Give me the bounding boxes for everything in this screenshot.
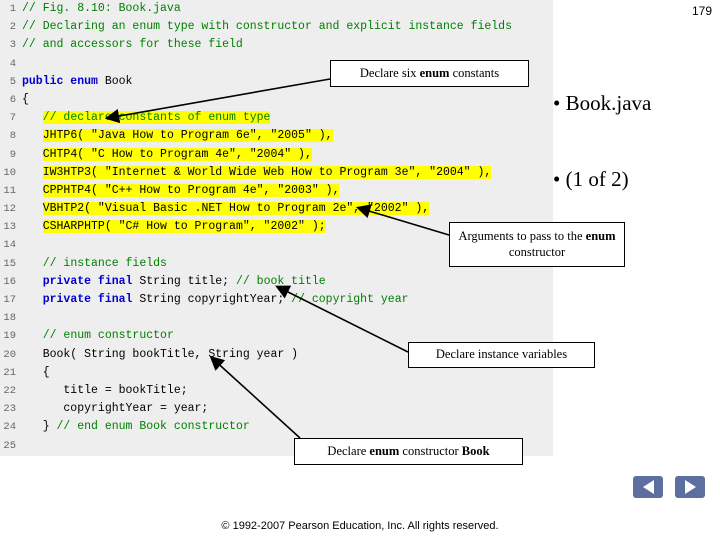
bullet-book-java: • Book.java (553, 91, 652, 115)
code-line: 11 CPPHTP4( "C++ How to Program 4e", "20… (0, 182, 553, 200)
code-line: 10 IW3HTP3( "Internet & World Wide Web H… (0, 164, 553, 182)
callout-declare-enum-constants: Declare six enum constants (330, 60, 529, 87)
code-line: 9 CHTP4( "C How to Program 4e", "2004" )… (0, 146, 553, 164)
line-number: 22 (3, 384, 16, 397)
line-number: 23 (3, 403, 16, 416)
callout-text: Arguments to pass to the enum constructo… (458, 228, 616, 259)
code-token: // declare constants of enum type (42, 111, 271, 125)
line-number: 20 (3, 348, 16, 361)
line-number: 12 (3, 203, 16, 216)
code-token: // end enum Book constructor (56, 420, 250, 434)
code-line: 12 VBHTP2( "Visual Basic .NET How to Pro… (0, 200, 553, 218)
code-token: // enum constructor (42, 329, 174, 343)
code-token: { (22, 365, 50, 379)
callout-text: Declare six enum constants (359, 65, 500, 80)
code-token: private final (42, 293, 133, 306)
code-token: { (22, 92, 29, 106)
line-number: 24 (3, 421, 16, 434)
line-number: 13 (3, 221, 16, 234)
code-token: JHTP6( "Java How to Program 6e", "2005" … (42, 129, 333, 143)
code-token: } (22, 420, 57, 434)
line-number: 11 (3, 184, 16, 197)
code-token: String copyrightYear; (132, 293, 292, 306)
code-token: Book( String bookTitle, String year ) (22, 347, 299, 361)
code-line: 22 title = bookTitle; (0, 382, 553, 400)
line-number: 25 (3, 439, 16, 452)
code-line: 23 copyrightYear = year; (0, 400, 553, 418)
code-line: 3 // and accessors for these field (0, 36, 553, 54)
next-slide-button[interactable] (675, 476, 705, 498)
slide-navigation (633, 476, 705, 498)
triangle-right-icon (684, 480, 696, 494)
copyright-footer: © 1992-2007 Pearson Education, Inc. All … (221, 520, 499, 532)
callout-text: Declare instance variables (435, 347, 568, 362)
triangle-left-icon (642, 480, 654, 494)
page-number: 179 (691, 4, 712, 18)
line-number: 5 (9, 75, 16, 88)
line-number: 3 (9, 39, 16, 52)
line-number: 9 (9, 148, 16, 161)
code-line: 18 (0, 309, 553, 327)
code-token: // and accessors for these field (22, 38, 243, 52)
line-number: 2 (9, 21, 16, 34)
bullet-part-number: • (1 of 2) (553, 167, 629, 191)
line-number: 16 (3, 275, 16, 288)
code-token: // Fig. 8.10: Book.java (22, 2, 181, 15)
line-number: 18 (3, 312, 16, 325)
line-number: 14 (3, 239, 16, 252)
line-number: 8 (9, 130, 16, 143)
line-number: 4 (9, 57, 16, 70)
code-line: 1 // Fig. 8.10: Book.java (0, 0, 553, 18)
code-line: 7 // declare constants of enum type (0, 109, 553, 127)
line-number: 1 (9, 3, 16, 15)
line-number: 7 (9, 112, 16, 125)
callout-declare-enum-constructor: Declare enum constructor Book (294, 438, 523, 465)
code-line: 2 // Declaring an enum type with construc… (0, 18, 553, 36)
line-number: 15 (3, 257, 16, 270)
line-number: 19 (3, 330, 16, 343)
code-token: public enum (22, 74, 98, 88)
code-line: 16 private final String title; // book t… (0, 273, 553, 291)
code-token: CHTP4( "C How to Program 4e", "2004" ), (42, 147, 312, 161)
code-token: VBHTP2( "Visual Basic .NET How to Progra… (42, 202, 430, 216)
code-token: IW3HTP3( "Internet & World Wide Web How … (42, 165, 492, 179)
code-token: String title; (132, 274, 236, 288)
code-line: 17 private final String copyrightYear; /… (0, 291, 553, 309)
code-line: 24 } // end enum Book constructor (0, 418, 553, 436)
code-token: CPPHTP4( "C++ How to Program 4e", "2003"… (42, 183, 340, 197)
code-token: CSHARPHTP( "C# How to Program", "2002" )… (42, 220, 326, 234)
code-line: 6{ (0, 91, 553, 109)
line-number: 10 (3, 166, 16, 179)
code-token: copyrightYear = year; (22, 402, 209, 416)
line-number: 21 (3, 366, 16, 379)
code-token: // instance fields (42, 256, 167, 270)
code-token: Book (97, 74, 133, 88)
code-token: title = bookTitle; (22, 383, 188, 397)
code-token: private final (42, 274, 133, 288)
callout-declare-instance-variables: Declare instance variables (408, 342, 595, 368)
code-token: // copyright year (291, 293, 409, 306)
callout-constructor-arguments: Arguments to pass to the enum constructo… (449, 222, 625, 267)
line-number: 17 (3, 294, 16, 306)
previous-slide-button[interactable] (633, 476, 663, 498)
line-number: 6 (9, 93, 16, 106)
code-token: // Declaring an enum type with construct… (22, 20, 512, 34)
code-token: // book title (235, 274, 326, 288)
callout-text: Declare enum constructor Book (327, 443, 490, 458)
code-line: 8 JHTP6( "Java How to Program 6e", "2005… (0, 127, 553, 145)
